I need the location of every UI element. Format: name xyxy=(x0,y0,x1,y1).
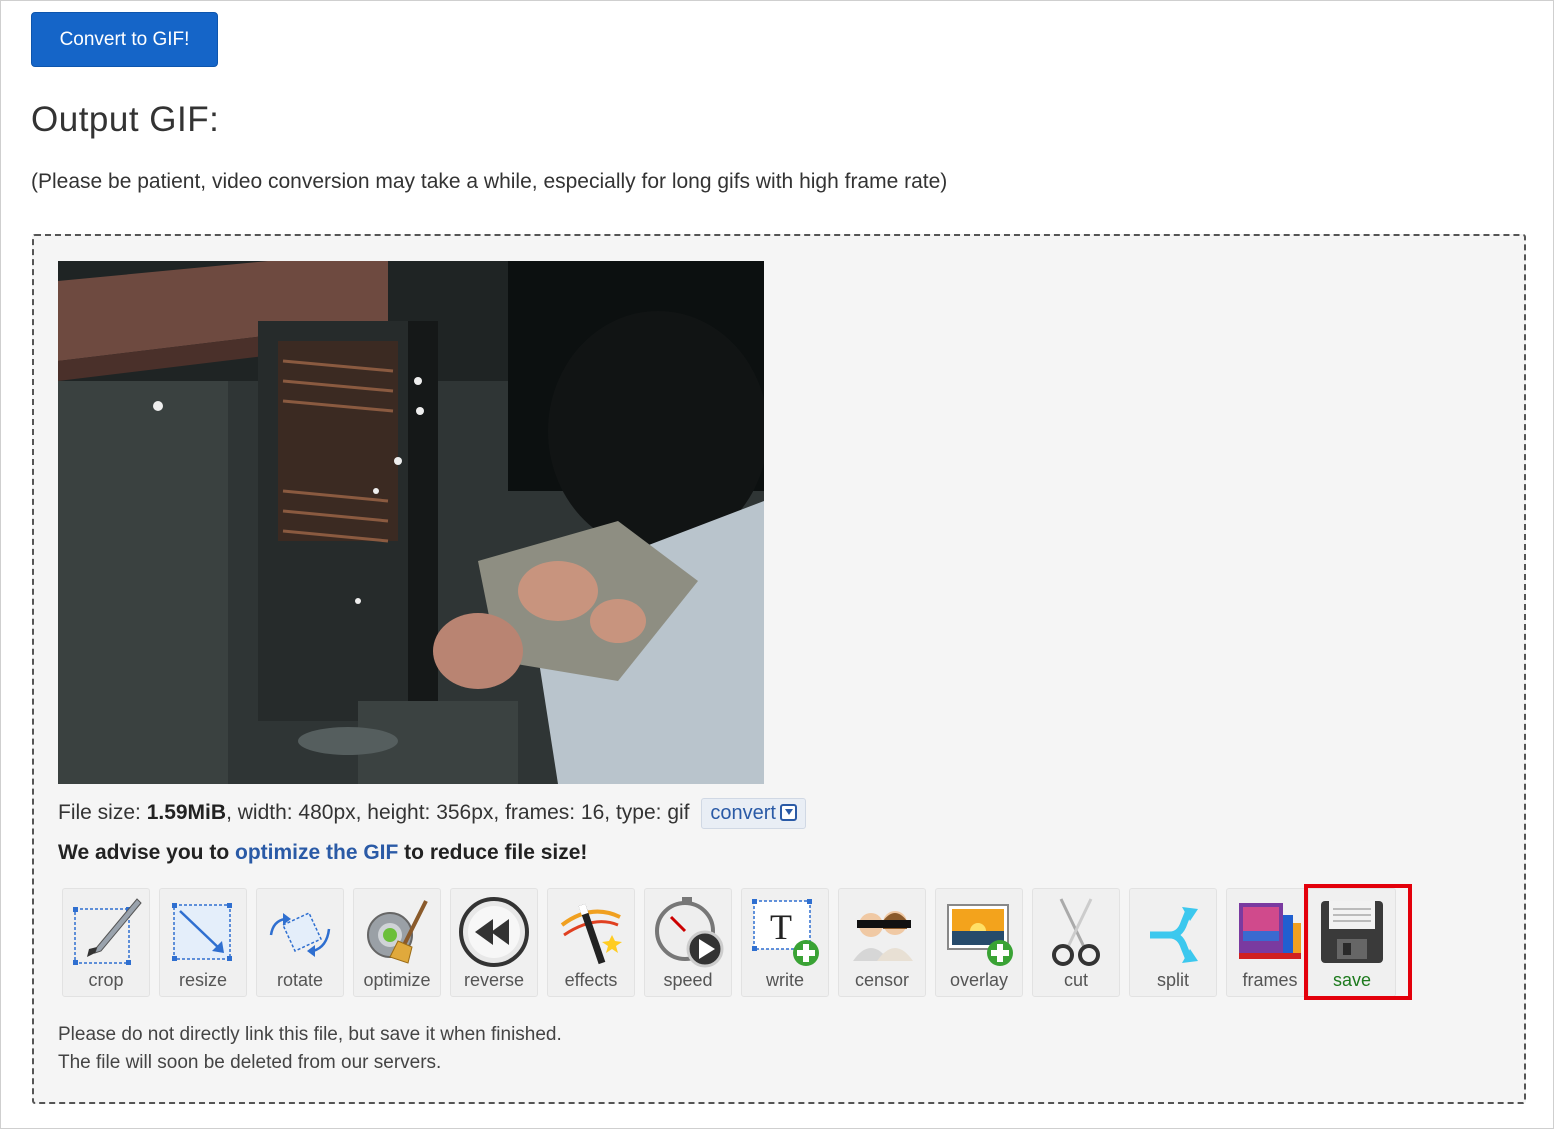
tool-label: resize xyxy=(178,970,227,990)
footer-line-1: Please do not directly link this file, b… xyxy=(58,1024,562,1045)
tool-reverse[interactable]: reverse xyxy=(450,888,538,997)
tool-cut[interactable]: cut xyxy=(1032,888,1120,997)
tool-split[interactable]: split xyxy=(1129,888,1217,997)
speed-icon xyxy=(655,897,724,968)
tool-label: split xyxy=(1156,970,1189,990)
optimize-gif-link[interactable]: optimize the GIF xyxy=(235,841,398,864)
output-container: File size: 1.59MiB, width: 480px, height… xyxy=(32,234,1526,1104)
tool-label: crop xyxy=(88,970,124,990)
tool-label: censor xyxy=(854,970,910,990)
tool-resize[interactable]: resize xyxy=(159,888,247,997)
patience-note: (Please be patient, video conversion may… xyxy=(31,170,948,193)
tool-speed[interactable]: speed xyxy=(644,888,732,997)
optimize-advice: We advise you to optimize the GIF to red… xyxy=(58,841,587,865)
convert-format-button[interactable]: convert xyxy=(701,798,806,829)
optimize-icon xyxy=(367,900,428,964)
rotate-icon xyxy=(269,912,331,957)
advice-text-after: to reduce file size! xyxy=(398,841,588,864)
tool-label: write xyxy=(765,970,804,990)
tool-label: rotate xyxy=(276,970,324,990)
tool-crop[interactable]: crop xyxy=(62,888,150,997)
write-icon: T xyxy=(752,899,819,966)
tool-label: cut xyxy=(1063,970,1088,990)
file-info: File size: 1.59MiB, width: 480px, height… xyxy=(58,798,806,829)
cut-icon xyxy=(1052,898,1100,966)
convert-format-label: convert xyxy=(710,802,776,824)
effects-icon xyxy=(560,903,622,965)
footer-note: Please do not directly link this file, b… xyxy=(58,1021,562,1077)
tool-label: optimize xyxy=(363,970,431,990)
advice-text-before: We advise you to xyxy=(58,841,235,864)
download-arrow-icon xyxy=(779,804,797,821)
tool-label: speed xyxy=(663,970,713,990)
tool-effects[interactable]: effects xyxy=(547,888,635,997)
censor-icon xyxy=(853,911,913,961)
output-gif-image xyxy=(58,261,764,784)
tool-censor[interactable]: censor xyxy=(838,888,926,997)
split-icon xyxy=(1150,907,1198,963)
tool-label: effects xyxy=(564,970,618,990)
file-info-details: , width: 480px, height: 356px, frames: 1… xyxy=(226,801,690,825)
tool-overlay[interactable]: overlay xyxy=(935,888,1023,997)
overlay-icon xyxy=(947,904,1013,966)
tool-frames[interactable]: frames xyxy=(1226,888,1314,997)
footer-line-2: The file will soon be deleted from our s… xyxy=(58,1052,442,1073)
tool-label: frames xyxy=(1242,970,1298,990)
file-size-value: 1.59MiB xyxy=(146,801,227,825)
convert-to-gif-button[interactable]: Convert to GIF! xyxy=(31,12,218,67)
svg-text:T: T xyxy=(770,907,792,947)
reverse-icon xyxy=(459,897,529,967)
tool-label: overlay xyxy=(949,970,1009,990)
tool-label: reverse xyxy=(463,970,525,990)
frames-icon xyxy=(1239,903,1301,959)
tool-optimize[interactable]: optimize xyxy=(353,888,441,997)
file-info-prefix: File size: xyxy=(58,801,147,825)
save-highlight-box xyxy=(1304,884,1412,1000)
resize-icon xyxy=(172,903,232,961)
crop-icon xyxy=(73,898,142,965)
tool-write[interactable]: T write xyxy=(741,888,829,997)
output-title: Output GIF: xyxy=(31,100,220,139)
tool-rotate[interactable]: rotate xyxy=(256,888,344,997)
